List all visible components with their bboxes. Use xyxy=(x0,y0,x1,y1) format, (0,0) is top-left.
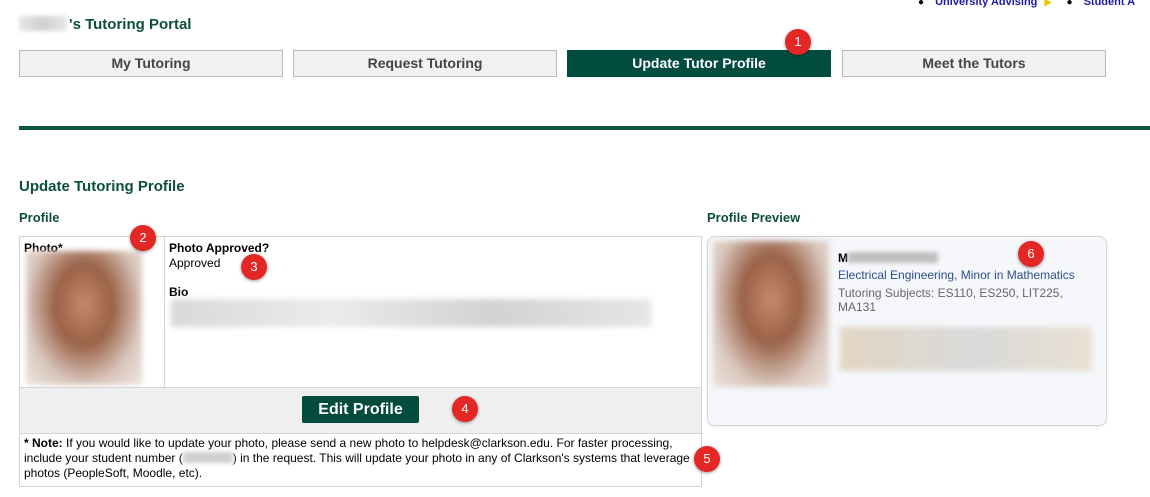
section-divider xyxy=(19,126,1150,130)
tab-meet-the-tutors[interactable]: Meet the Tutors xyxy=(842,50,1106,77)
tab-bar: My Tutoring Request Tutoring Update Tuto… xyxy=(19,50,1109,78)
bio-text-redacted xyxy=(171,299,651,327)
profile-heading: Profile xyxy=(19,210,60,225)
profile-photo xyxy=(26,251,142,385)
note-label: * Note: xyxy=(24,436,63,450)
marker-2: 2 xyxy=(130,225,156,251)
bullet-icon: ● xyxy=(918,0,925,8)
marker-1: 1 xyxy=(785,29,811,55)
marker-5: 5 xyxy=(694,446,720,472)
marker-4: 4 xyxy=(452,396,478,422)
redacted-name xyxy=(848,252,938,263)
university-advising-link[interactable]: University Advising xyxy=(935,0,1037,8)
bullet-icon: ● xyxy=(1066,0,1073,8)
edit-bar: Edit Profile xyxy=(20,387,701,434)
photo-cell: Photo* xyxy=(20,237,165,387)
photo-approved-label: Photo Approved? xyxy=(169,241,270,255)
page-title: 's Tutoring Portal xyxy=(19,16,191,33)
photo-approved-value: Approved xyxy=(169,256,221,270)
redacted-student-number xyxy=(182,452,233,463)
profile-panel: Photo* Photo Approved? Approved Bio Edit… xyxy=(19,236,702,487)
marker-3: 3 xyxy=(241,254,267,280)
edit-profile-button[interactable]: Edit Profile xyxy=(302,396,419,423)
preview-photo xyxy=(713,241,829,387)
student-link[interactable]: Student A xyxy=(1084,0,1136,8)
top-links: ● University Advising ▶ ● Student A xyxy=(918,0,1135,8)
preview-heading: Profile Preview xyxy=(707,210,801,225)
page-title-text: 's Tutoring Portal xyxy=(69,16,192,33)
redacted-name xyxy=(19,16,67,31)
tab-update-tutor-profile[interactable]: Update Tutor Profile xyxy=(567,50,831,77)
preview-subjects: Tutoring Subjects: ES110, ES250, LIT225,… xyxy=(838,286,1063,314)
photo-note: * Note: If you would like to update your… xyxy=(24,436,694,481)
preview-name: M xyxy=(838,251,938,265)
tab-my-tutoring[interactable]: My Tutoring xyxy=(19,50,283,77)
profile-preview-card: M Electrical Engineering, Minor in Mathe… xyxy=(707,236,1107,426)
preview-major: Electrical Engineering, Minor in Mathema… xyxy=(838,268,1075,282)
section-heading: Update Tutoring Profile xyxy=(19,178,185,195)
arrow-right-icon: ▶ xyxy=(1044,0,1052,7)
tab-request-tutoring[interactable]: Request Tutoring xyxy=(293,50,557,77)
preview-bio-redacted xyxy=(840,327,1092,371)
bio-label: Bio xyxy=(169,285,189,299)
marker-6: 6 xyxy=(1018,241,1044,267)
preview-name-initial: M xyxy=(838,251,848,265)
